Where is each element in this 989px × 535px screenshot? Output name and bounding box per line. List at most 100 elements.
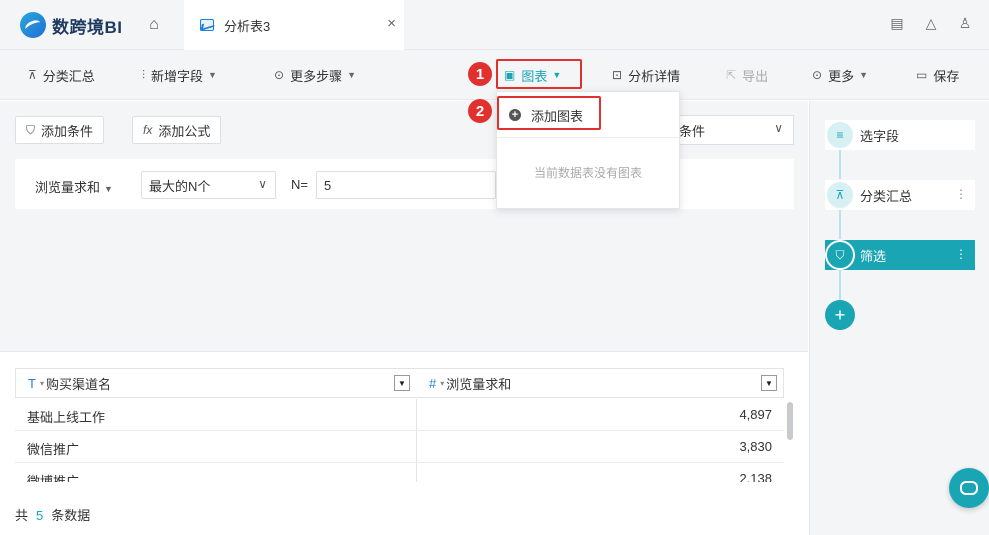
add-formula-label: 添加公式 — [158, 123, 211, 139]
step-label: 分类汇总 — [860, 188, 913, 204]
more-label: 更多 — [828, 68, 855, 84]
app-logo: 数跨境BI — [20, 12, 123, 38]
chat-bubble-icon — [960, 481, 978, 495]
condition-select-value: 条件 — [679, 123, 706, 139]
add-field-button[interactable]: ⫶ 新增字段 ▼ — [142, 50, 217, 100]
data-table: T ▾ 购买渠道名 ▼ # ▾ 浏览量求和 ▼ 基础上线工作 4,897 微信推广 … — [0, 351, 808, 535]
menu-divider — [497, 137, 679, 138]
step-filter[interactable]: ⛉ 筛选 ⋮ — [825, 240, 975, 270]
step-connector — [839, 209, 841, 239]
more-circle-icon: ⊙ — [812, 68, 823, 82]
more-circle-icon: ⊙ — [274, 68, 285, 82]
filter-field-select[interactable]: 浏览量求和 ▼ — [35, 177, 113, 196]
cell-views: 3,830 — [739, 439, 772, 454]
save-label: 保存 — [933, 68, 960, 84]
step-select-fields[interactable]: ≡ 选字段 — [825, 120, 975, 150]
filter-icon: ⛉ — [26, 122, 36, 137]
plus-icon: + — [834, 304, 846, 325]
more-button[interactable]: ⊙ 更多 ▼ — [812, 50, 868, 100]
group-summary-button[interactable]: ⊼ 分类汇总 — [28, 50, 95, 100]
condition-select[interactable]: 条件 ∨ — [672, 115, 794, 145]
text-type-icon: T — [28, 375, 36, 391]
save-button[interactable]: ▭ 保存 — [916, 50, 959, 100]
save-icon: ▭ — [916, 68, 928, 82]
more-steps-button[interactable]: ⊙ 更多步骤 ▼ — [274, 50, 356, 100]
analysis-detail-label: 分析详情 — [628, 68, 681, 84]
customer-service-button[interactable] — [949, 468, 989, 508]
cell-views: 2,138 — [739, 471, 772, 482]
home-icon: ⌂ — [149, 16, 159, 33]
step-connector — [839, 269, 841, 301]
caret-down-icon: ▼ — [859, 70, 868, 80]
filter-icon: ⛉ — [825, 240, 855, 270]
scrollbar-thumb[interactable] — [787, 402, 793, 440]
table-row[interactable]: 微博推广 2,138 — [15, 463, 784, 482]
add-field-label: 新增字段 — [151, 68, 204, 84]
kebab-menu-icon[interactable]: ⋮ — [955, 187, 967, 201]
column-dropdown-button[interactable]: ▼ — [394, 375, 410, 391]
export-icon: ⇱ — [726, 68, 737, 82]
row-count-number: 5 — [36, 508, 44, 523]
hierarchy-icon: ⊼ — [28, 68, 37, 82]
step-connector — [839, 149, 841, 179]
cell-channel: 微博推广 — [27, 474, 80, 482]
step-label: 筛选 — [860, 248, 887, 264]
no-chart-message: 当前数据表没有图表 — [533, 166, 642, 180]
select-fields-icon: ≡ — [825, 120, 855, 150]
clipboard-icon[interactable]: ▤ — [889, 15, 905, 32]
add-condition-button[interactable]: ⛉ 添加条件 — [15, 116, 105, 144]
cell-views: 4,897 — [739, 407, 772, 422]
table-body: 基础上线工作 4,897 微信推广 3,830 微博推广 2,138 — [0, 399, 808, 482]
step-group-summary[interactable]: ⊼ 分类汇总 ⋮ — [825, 180, 975, 210]
line-chart-icon — [200, 19, 214, 31]
scan-icon: ⊡ — [612, 68, 623, 82]
hierarchy-icon: ⊼ — [825, 180, 855, 210]
table-row[interactable]: 微信推广 3,830 — [15, 431, 784, 463]
toolbar: ⊼ 分类汇总 ⫶ 新增字段 ▼ ⊙ 更多步骤 ▼ ▣ 图表 ▼ ⊡ 分析详情 ⇱… — [0, 50, 989, 100]
close-tab-icon[interactable]: × — [387, 15, 396, 32]
export-label: 导出 — [742, 68, 769, 84]
sort-caret-icon: ▾ — [440, 378, 445, 388]
table-scrollbar[interactable] — [785, 400, 795, 484]
caret-down-icon: ▼ — [347, 70, 356, 80]
highlight-add-chart — [497, 96, 601, 130]
step-badge-1: 1 — [468, 62, 492, 86]
filter-method-select[interactable]: 最大的N个 ∨ — [141, 171, 276, 199]
highlight-chart-button — [496, 59, 582, 89]
number-type-icon: # — [429, 375, 437, 391]
group-summary-label: 分类汇总 — [42, 68, 95, 84]
filter-field-label: 浏览量求和 — [35, 180, 101, 195]
filter-method-value: 最大的N个 — [149, 178, 211, 194]
sort-caret-icon: ▾ — [39, 378, 44, 388]
table-row[interactable]: 基础上线工作 4,897 — [15, 399, 784, 431]
export-button[interactable]: ⇱ 导出 — [726, 50, 768, 100]
logo-icon — [20, 12, 46, 38]
n-value: 5 — [324, 177, 332, 193]
formula-icon: fx — [143, 123, 153, 137]
add-condition-label: 添加条件 — [41, 123, 94, 139]
step-badge-2: 2 — [468, 99, 492, 123]
column-label: 浏览量求和 — [446, 376, 512, 392]
column-dropdown-button[interactable]: ▼ — [761, 375, 777, 391]
logo-text: 数跨境BI — [52, 17, 123, 37]
user-icon[interactable]: ♙ — [957, 15, 973, 32]
n-label: N= — [291, 177, 308, 192]
row-count-suffix: 条数据 — [51, 508, 91, 523]
column-label: 购买渠道名 — [45, 376, 111, 392]
more-steps-label: 更多步骤 — [290, 68, 343, 84]
caret-down-icon: ▼ — [208, 70, 217, 80]
chevron-down-icon: ∨ — [258, 177, 267, 191]
n-input[interactable]: 5 — [316, 171, 496, 199]
top-bar: 数跨境BI ⌂ 分析表3 × ▤ △ ♙ — [0, 0, 989, 50]
add-field-icon: ⫶ — [142, 67, 146, 82]
bell-icon[interactable]: △ — [923, 15, 939, 32]
table-header: T ▾ 购买渠道名 ▼ # ▾ 浏览量求和 ▼ — [15, 368, 784, 398]
add-step-button[interactable]: + — [825, 300, 855, 330]
kebab-menu-icon[interactable]: ⋮ — [955, 247, 967, 261]
add-formula-button[interactable]: fx 添加公式 — [132, 116, 222, 144]
home-tab[interactable]: ⌂ — [132, 0, 176, 50]
row-count-prefix: 共 — [15, 508, 29, 523]
row-count: 共 5 条数据 — [15, 505, 90, 524]
tab-label: 分析表3 — [224, 18, 271, 34]
tab-analysis-sheet[interactable]: 分析表3 × — [184, 0, 404, 50]
